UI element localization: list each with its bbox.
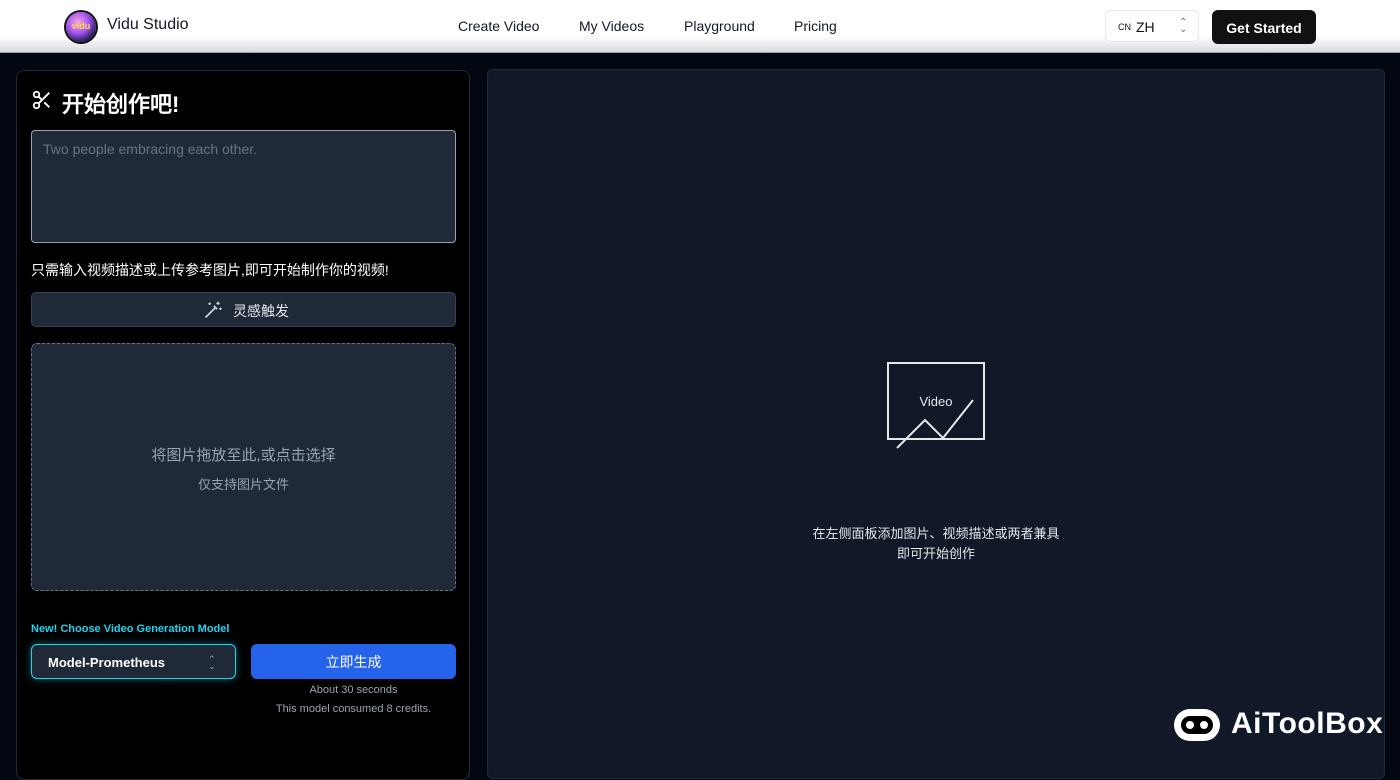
magic-wand-icon [204,301,222,319]
dropzone-sub-text: 仅支持图片文件 [197,477,289,492]
get-started-button[interactable]: Get Started [1212,10,1316,44]
logo-text: vidu [71,21,91,31]
inspiration-label: 灵感触发 [233,303,289,319]
nav-playground[interactable]: Playground [684,18,755,34]
top-header: vidu Vidu Studio Create Video My Videos … [0,0,1400,53]
nav-create-video[interactable]: Create Video [458,18,539,34]
vidu-logo-icon[interactable]: vidu [66,12,96,42]
input-hint: 只需输入视频描述或上传参考图片,即可开始制作你的视频! [31,262,389,278]
empty-state-line1: 在左侧面板添加图片、视频描述或两者兼具 [812,526,1060,541]
cn-flag-icon: CN [1118,22,1131,32]
model-label: New! Choose Video Generation Model [31,623,230,635]
generation-time: About 30 seconds [309,684,398,696]
video-placeholder-label: Video [919,394,952,409]
chevron-updown-icon: ⌃ ⌄ [208,654,216,671]
nav-pricing[interactable]: Pricing [794,18,837,34]
watermark-text: AiToolBox [1231,707,1384,740]
prompt-input[interactable] [31,130,456,243]
model-select[interactable]: Model-Prometheus ⌃ ⌄ [31,644,236,679]
credits-info: This model consumed 8 credits. [275,703,432,715]
nav-my-videos[interactable]: My Videos [579,18,644,34]
robot-logo-icon [1174,709,1220,741]
chevron-updown-icon: ⌃ ⌄ [1179,17,1188,35]
panel-title: 开始创作吧! [62,92,180,117]
language-select[interactable]: CN ZH ⌃ ⌄ [1105,10,1199,42]
inspiration-button[interactable]: 灵感触发 [31,292,456,327]
scissors-icon [32,90,50,110]
generate-button[interactable]: 立即生成 [251,644,456,679]
image-dropzone[interactable]: 将图片拖放至此,或点击选择 仅支持图片文件 [31,343,456,591]
brand-name[interactable]: Vidu Studio [107,16,189,34]
empty-state-line2: 即可开始创作 [896,546,975,561]
language-value: ZH [1136,19,1155,35]
dropzone-main-text: 将图片拖放至此,或点击选择 [151,447,336,464]
video-placeholder-icon: Video [887,362,985,449]
model-value: Model-Prometheus [48,655,166,670]
